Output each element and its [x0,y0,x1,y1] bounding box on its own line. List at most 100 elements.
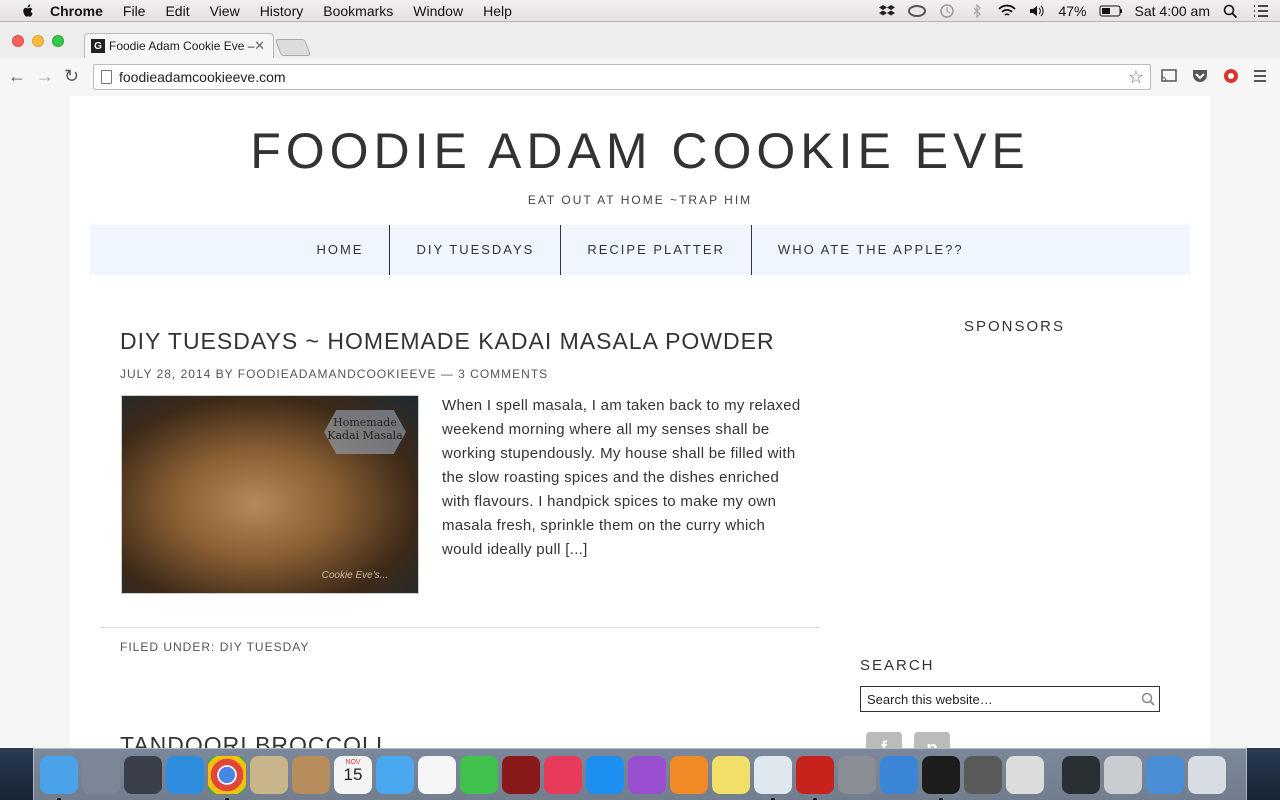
post-meta: JULY 28, 2014 BY FOODIEADAMANDCOOKIEEVE … [120,367,548,381]
new-tab-button[interactable] [274,39,312,56]
activity-monitor-icon[interactable] [1062,755,1100,794]
pocket-icon[interactable] [1191,67,1209,85]
creative-cloud-icon[interactable] [908,4,927,18]
site-title[interactable]: FOODIE ADAM COOKIE EVE [70,122,1210,180]
menu-view[interactable]: View [210,3,240,19]
menu-edit[interactable]: Edit [165,3,189,19]
thumbnail-label: Homemade Kadai Masala [324,410,406,454]
menu-bar: Chrome File Edit View History Bookmarks … [0,0,1280,22]
tab-close-icon[interactable]: ✕ [254,38,265,54]
post-filed-under: FILED UNDER: DIY TUESDAY [120,640,309,654]
menu-window[interactable]: Window [413,3,463,19]
facetime-icon[interactable] [460,755,498,794]
apple-icon[interactable] [20,3,36,19]
reminders-icon[interactable] [418,755,456,794]
address-bar[interactable]: foodieadamcookieeve.com ☆ [93,64,1151,90]
forward-button[interactable]: → [36,66,54,87]
menu-file[interactable]: File [123,3,146,19]
tab-title: Foodie Adam Cookie Eve – [109,39,255,53]
folder-icon[interactable] [1146,755,1184,794]
messages-icon[interactable] [376,755,414,794]
facebook-icon[interactable]: f [866,732,902,748]
terminal-icon[interactable] [922,755,960,800]
dock: NOV 15 [33,748,1247,800]
menu-chrome[interactable]: Chrome [50,3,103,19]
post-thumbnail[interactable]: Homemade Kadai Masala Cookie Eve's... [121,395,419,594]
minimize-window-button[interactable] [32,35,44,47]
cast-icon[interactable] [1160,67,1178,85]
nav-home[interactable]: HOME [290,225,391,275]
app-store-icon[interactable] [586,755,624,794]
podcast-icon[interactable] [628,755,666,794]
post-title[interactable]: DIY TUESDAYS ~ HOMEMADE KADAI MASALA POW… [120,328,775,355]
ibooks-icon[interactable] [670,755,708,794]
site-container: FOODIE ADAM COOKIE EVE EAT OUT AT HOME ~… [70,96,1210,748]
acrobat-icon[interactable] [796,755,834,800]
alfred-icon[interactable] [1006,755,1044,794]
post-date: JULY 28, 2014 [120,367,212,381]
extension-icon[interactable] [1222,67,1240,85]
pinterest-icon[interactable]: p [914,732,950,748]
browser-chrome: G Foodie Adam Cookie Eve – ✕ ← → ↻ foodi… [0,22,1280,96]
post-comments-link[interactable]: 3 COMMENTS [458,367,548,381]
mamp-icon[interactable] [1104,755,1142,794]
page-viewport: FOODIE ADAM COOKIE EVE EAT OUT AT HOME ~… [0,96,1280,748]
calendar-month: NOV [345,758,361,766]
xcode-icon[interactable] [880,755,918,794]
mission-control-icon[interactable] [124,755,162,794]
next-post-title[interactable]: TANDOORI BROCCOLI [120,732,383,748]
search-placeholder: Search this website… [867,691,993,707]
finder-icon[interactable] [40,755,78,800]
filed-label: FILED UNDER: [120,640,216,654]
time-machine-icon[interactable] [938,4,956,18]
search-input[interactable]: Search this website… [860,686,1160,712]
search-icon[interactable] [1141,692,1155,706]
contacts-icon[interactable] [292,755,330,794]
notification-center-icon[interactable] [1252,4,1270,18]
bookmark-star-icon[interactable]: ☆ [1128,67,1144,88]
post-excerpt: When I spell masala, I am taken back to … [442,397,801,558]
chrome-icon[interactable] [208,755,246,800]
main-nav: HOME DIY TUESDAYS RECIPE PLATTER WHO ATE… [90,225,1190,275]
safari-icon[interactable] [166,755,204,794]
launchpad-icon[interactable] [82,755,120,794]
reload-button[interactable]: ↻ [64,66,79,87]
dropbox-icon[interactable] [878,4,896,18]
url-text: foodieadamcookieeve.com [119,69,286,85]
volume-icon[interactable] [1028,4,1046,18]
toolbar: ← → ↻ foodieadamcookieeve.com ☆ [0,58,1280,96]
sponsors-heading: SPONSORS [964,318,1066,335]
chrome-menu-icon[interactable] [1253,67,1267,85]
trash-icon[interactable] [1188,755,1226,794]
battery-icon[interactable] [1099,4,1123,18]
mail-icon[interactable] [250,755,288,794]
page-icon [101,70,112,84]
nav-diy-tuesdays[interactable]: DIY TUESDAYS [390,225,562,275]
zoom-window-button[interactable] [52,35,64,47]
photo-booth-icon[interactable] [502,755,540,794]
menu-bookmarks[interactable]: Bookmarks [323,3,393,19]
bluetooth-icon[interactable] [968,4,986,18]
spotlight-icon[interactable] [1222,4,1240,18]
calendar-day: 15 [343,764,363,784]
filed-category-link[interactable]: DIY TUESDAY [220,640,310,654]
meta-separator: — [440,367,454,381]
tab-active[interactable]: G Foodie Adam Cookie Eve – ✕ [84,33,274,58]
menu-history[interactable]: History [260,3,304,19]
wifi-icon[interactable] [998,4,1017,18]
nav-recipe-platter[interactable]: RECIPE PLATTER [561,225,752,275]
nav-who-ate-the-apple[interactable]: WHO ATE THE APPLE?? [752,225,990,275]
post-author[interactable]: FOODIEADAMANDCOOKIEEVE [238,367,437,381]
itunes-icon[interactable] [544,755,582,794]
menu-help[interactable]: Help [483,3,512,19]
site-tagline: EAT OUT AT HOME ~TRAP HIM [527,193,753,207]
clock[interactable]: Sat 4:00 am [1135,3,1211,19]
notes-icon[interactable] [712,755,750,794]
post-by: BY [215,367,234,381]
close-window-button[interactable] [12,35,24,47]
back-button[interactable]: ← [8,66,26,87]
calendar-icon[interactable]: NOV 15 [334,755,372,794]
sublime-icon[interactable] [964,755,1002,794]
preview-icon[interactable] [754,755,792,800]
system-preferences-icon[interactable] [838,755,876,794]
